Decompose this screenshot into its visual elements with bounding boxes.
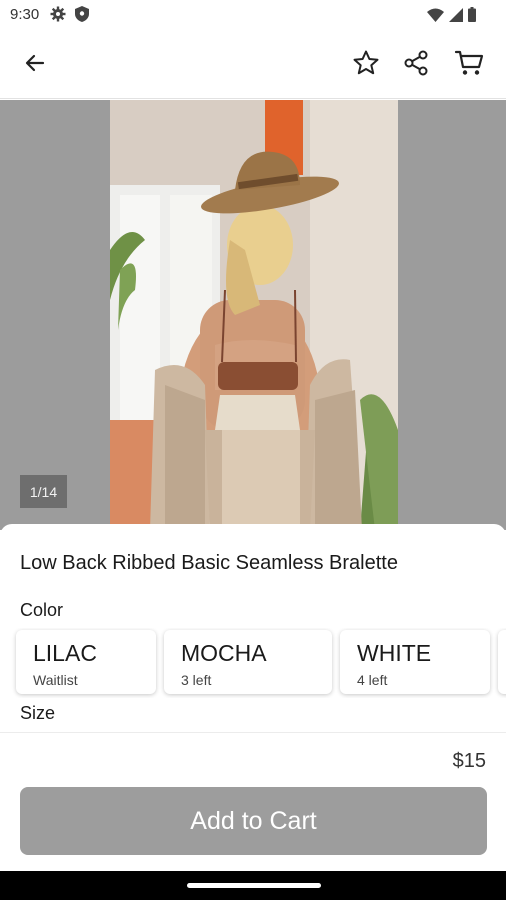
size-label: Size	[20, 703, 56, 723]
star-icon	[352, 49, 380, 82]
cell-signal-icon	[449, 7, 463, 27]
color-option-name: MOCHA	[181, 640, 267, 666]
color-option-mocha[interactable]: MOCHA 3 left	[164, 630, 332, 694]
back-button[interactable]	[16, 46, 54, 84]
status-bar: 9:30	[0, 0, 506, 32]
color-option-name: WHITE	[357, 640, 432, 666]
cart-icon	[454, 49, 484, 82]
settings-gear-icon	[50, 6, 66, 27]
system-navigation-bar	[0, 871, 506, 900]
status-time: 9:30	[10, 6, 40, 23]
image-counter: 1/14	[20, 475, 67, 508]
product-gallery[interactable]	[0, 100, 506, 530]
favorite-button[interactable]	[347, 46, 385, 84]
back-arrow-icon	[23, 51, 47, 80]
color-option-white[interactable]: WHITE 4 left	[340, 630, 490, 694]
color-option-stock: 3 left	[181, 672, 212, 688]
color-option-stock: 4 left	[357, 672, 388, 688]
color-option-stock: Waitlist	[33, 672, 78, 688]
shield-icon	[75, 6, 89, 27]
divider	[0, 732, 506, 733]
color-option-lilac[interactable]: LILAC Waitlist	[16, 630, 156, 694]
home-gesture-handle[interactable]	[187, 883, 321, 888]
app-bar	[0, 32, 506, 99]
add-to-cart-button[interactable]: Add to Cart	[20, 787, 487, 855]
color-option-partial[interactable]	[498, 630, 506, 694]
share-icon	[402, 49, 430, 82]
battery-icon	[468, 7, 476, 27]
product-details-sheet: Low Back Ribbed Basic Seamless Bralette …	[0, 524, 506, 870]
color-options: LILAC Waitlist MOCHA 3 left WHITE 4 left	[0, 628, 506, 698]
share-button[interactable]	[397, 46, 435, 84]
product-photo	[110, 100, 398, 530]
wifi-icon	[427, 8, 444, 27]
product-title: Low Back Ribbed Basic Seamless Bralette	[20, 552, 398, 574]
color-option-name: LILAC	[33, 640, 97, 666]
product-price: $15	[452, 750, 486, 772]
color-label: Color	[20, 600, 64, 620]
cart-button[interactable]	[450, 46, 488, 84]
